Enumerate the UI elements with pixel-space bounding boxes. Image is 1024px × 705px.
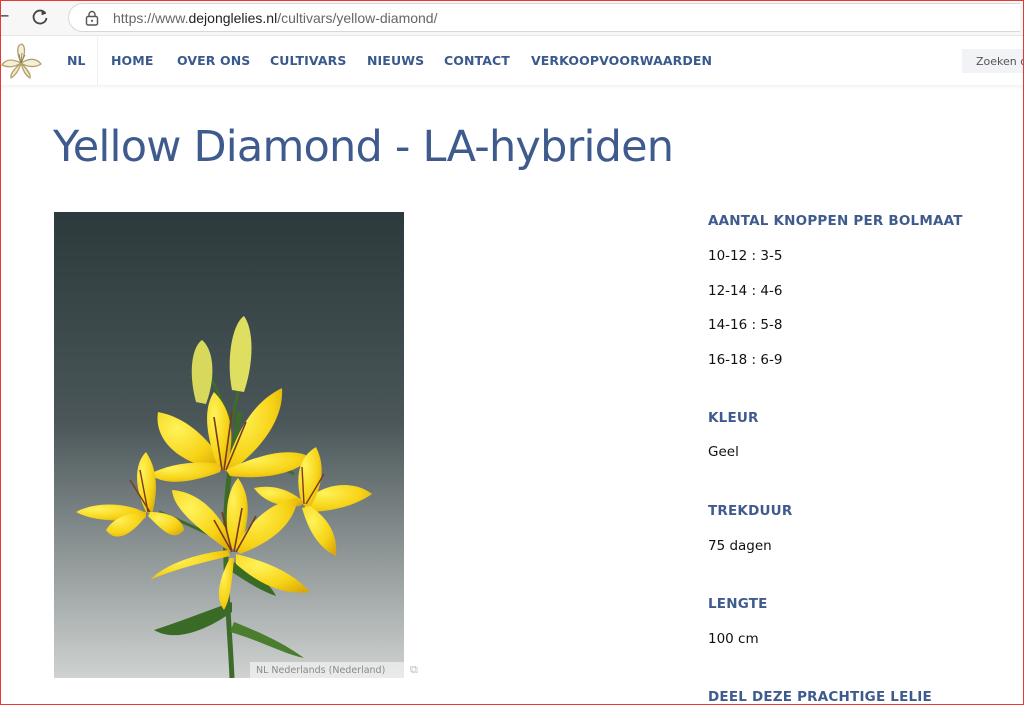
nav-nieuws[interactable]: NIEUWS xyxy=(367,53,424,68)
nav-language-nl[interactable]: NL xyxy=(67,53,86,68)
resize-handle-icon[interactable]: ⧉ xyxy=(410,664,418,676)
share-heading: DEEL DEZE PRACHTIGE LELIE xyxy=(708,689,932,705)
buds-row: 10-12 : 3-5 xyxy=(708,248,783,264)
buds-row: 12-14 : 4-6 xyxy=(708,283,783,299)
buds-heading: AANTAL KNOPPEN PER BOLMAAT xyxy=(708,213,963,229)
lock-icon xyxy=(85,10,99,26)
buds-row: 14-16 : 5-8 xyxy=(708,317,783,333)
url-host: dejonglelies.nl xyxy=(188,10,278,26)
buds-row: 16-18 : 6-9 xyxy=(708,352,783,368)
nav-home[interactable]: HOME xyxy=(111,53,153,68)
nav-over-ons[interactable]: OVER ONS xyxy=(177,53,250,68)
url-path: /cultivars/yellow-diamond/ xyxy=(277,10,438,26)
length-value: 100 cm xyxy=(708,631,759,647)
nav-cultivars[interactable]: CULTIVARS xyxy=(270,53,346,68)
forcing-time-heading: TREKDUUR xyxy=(708,503,793,519)
url-text: https://www.dejonglelies.nl/cultivars/ye… xyxy=(113,10,438,26)
back-arrow-icon[interactable]: ← xyxy=(0,8,9,24)
reload-icon[interactable] xyxy=(30,7,50,27)
language-badge[interactable]: NL Nederlands (Nederland) xyxy=(250,662,408,680)
url-scheme: https://www. xyxy=(113,10,189,26)
color-heading: KLEUR xyxy=(708,410,759,426)
page-title: Yellow Diamond - LA-hybriden xyxy=(53,122,674,172)
forcing-time-value: 75 dagen xyxy=(708,538,772,554)
lily-logo-icon[interactable] xyxy=(0,41,44,81)
nav-contact[interactable]: CONTACT xyxy=(444,53,510,68)
browser-toolbar: ← https://www.dejonglelies.nl/cultivars/… xyxy=(0,0,1024,36)
length-heading: LENGTE xyxy=(708,596,768,612)
nav-divider xyxy=(97,37,98,85)
address-bar[interactable]: https://www.dejonglelies.nl/cultivars/ye… xyxy=(68,3,1020,32)
site-navigation: NL HOME OVER ONS CULTIVARS NIEUWS CONTAC… xyxy=(0,37,1024,85)
search-input[interactable] xyxy=(962,49,1024,73)
product-photo[interactable] xyxy=(54,212,404,678)
lily-photo xyxy=(54,212,404,678)
color-value: Geel xyxy=(708,444,739,460)
nav-verkoopvoorwaarden[interactable]: VERKOOPVOORWAARDEN xyxy=(531,53,712,68)
